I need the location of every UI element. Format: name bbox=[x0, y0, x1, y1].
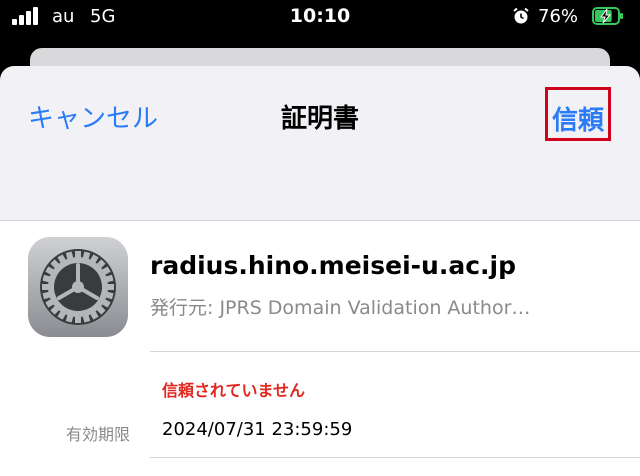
not-trusted-status: 信頼されていません bbox=[162, 381, 306, 400]
battery-charging-icon bbox=[592, 7, 623, 25]
certificate-card: radius.hino.meisei-u.ac.jp 発行元: JPRS Dom… bbox=[0, 220, 640, 476]
trust-button[interactable]: 信頼 bbox=[548, 100, 608, 137]
expiry-value: 2024/07/31 23:59:59 bbox=[162, 419, 353, 440]
trust-highlight-box: 信頼 bbox=[545, 87, 611, 141]
divider bbox=[150, 457, 640, 458]
expiry-label: 有効期限 bbox=[66, 425, 131, 444]
battery-percent: 76% bbox=[538, 6, 579, 27]
certificate-issuer: 発行元: JPRS Domain Validation Author… bbox=[150, 297, 531, 319]
status-bar: au 5G 10:10 76% bbox=[0, 0, 640, 34]
alarm-icon bbox=[513, 7, 529, 24]
certificate-name: radius.hino.meisei-u.ac.jp bbox=[150, 251, 516, 280]
gear-settings-icon bbox=[28, 237, 128, 337]
cancel-button[interactable]: キャンセル bbox=[28, 98, 158, 135]
divider bbox=[150, 351, 640, 352]
certificate-sheet: キャンセル 証明書 信頼 radius.hino.meisei-u.ac.jp … bbox=[0, 66, 640, 476]
